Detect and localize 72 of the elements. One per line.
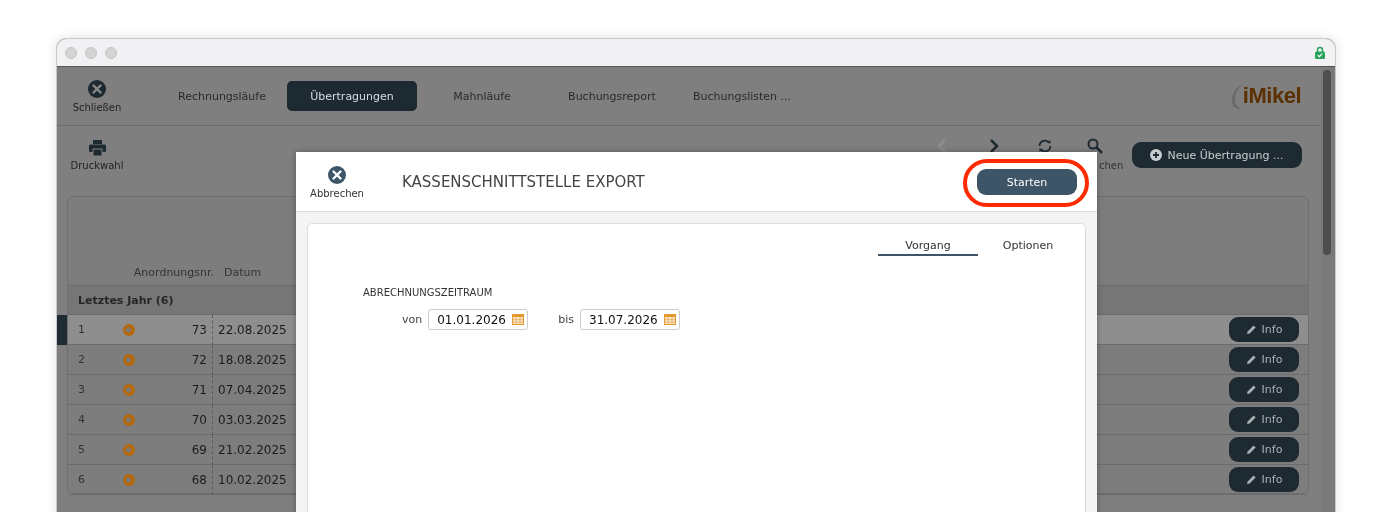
- lock-icon: [1315, 46, 1325, 59]
- left-arrow-icon: [123, 323, 135, 336]
- nav-tab[interactable]: Buchungslisten ...: [677, 81, 807, 111]
- to-label: bis: [558, 313, 574, 326]
- new-transfer-button[interactable]: Neue Übertragung ...: [1132, 142, 1302, 168]
- left-arrow-icon: [123, 353, 135, 366]
- pencil-icon: [1245, 444, 1257, 455]
- selection-marker: [57, 315, 67, 345]
- pencil-icon: [1245, 324, 1257, 335]
- nav-tab[interactable]: Übertragungen: [287, 81, 417, 111]
- nav-tab[interactable]: Rechnungsläufe: [157, 81, 287, 111]
- refresh-icon[interactable]: [1037, 138, 1053, 154]
- dialog-title: KASSENSCHNITTSTELLE EXPORT: [402, 172, 645, 191]
- scrollbar-thumb[interactable]: [1323, 70, 1331, 255]
- plus-icon: [1150, 149, 1163, 161]
- table-cell: 73: [146, 314, 213, 345]
- nav-tab[interactable]: Buchungsreport: [547, 81, 677, 111]
- close-icon: [328, 166, 346, 184]
- column-header: Anordnungsnr.: [132, 266, 214, 279]
- window-close-control[interactable]: [65, 46, 77, 59]
- printer-icon: [88, 140, 106, 156]
- row-index: 2: [77, 353, 86, 366]
- cancel-button[interactable]: Abbrechen: [296, 166, 378, 199]
- table-cell: 68: [146, 464, 213, 495]
- left-arrow-icon: [123, 413, 135, 426]
- table-cell: 70: [146, 404, 213, 435]
- table-cell: 07.04.2025: [218, 382, 287, 397]
- window-minimize-control[interactable]: [85, 46, 97, 59]
- from-date-field[interactable]: 01.01.2026: [428, 309, 529, 330]
- app-logo: iMikel: [1242, 83, 1301, 109]
- pencil-icon: [1245, 384, 1257, 395]
- nav-tab[interactable]: Mahnläufe: [417, 81, 547, 111]
- table-cell: 18.08.2025: [218, 352, 287, 367]
- pencil-icon: [1245, 474, 1257, 485]
- info-button[interactable]: Info: [1229, 467, 1299, 492]
- info-button[interactable]: Info: [1229, 317, 1299, 342]
- to-date-field[interactable]: 31.07.2026: [580, 309, 680, 330]
- section-title: ABRECHNUNGSZEITRAUM: [363, 287, 494, 298]
- row-index: 6: [77, 473, 86, 486]
- row-index: 5: [77, 443, 86, 456]
- dialog-tab[interactable]: Vorgang: [878, 236, 978, 256]
- window-zoom-control[interactable]: [105, 46, 117, 59]
- info-button[interactable]: Info: [1229, 437, 1299, 462]
- info-button[interactable]: Info: [1229, 407, 1299, 432]
- left-arrow-icon: [123, 473, 135, 486]
- calendar-icon[interactable]: [512, 314, 525, 325]
- info-button[interactable]: Info: [1229, 347, 1299, 372]
- close-icon: [88, 79, 106, 98]
- search-icon[interactable]: [1087, 138, 1103, 154]
- row-index: 3: [77, 383, 86, 396]
- close-button[interactable]: Schließen: [57, 79, 137, 113]
- table-cell: 69: [146, 434, 213, 465]
- calendar-icon[interactable]: [664, 314, 676, 325]
- row-index: 1: [77, 323, 86, 336]
- pencil-icon: [1245, 354, 1257, 365]
- table-cell: 22.08.2025: [218, 322, 287, 337]
- table-cell: 03.03.2025: [218, 412, 287, 427]
- info-button[interactable]: Info: [1229, 377, 1299, 402]
- from-label: von: [402, 313, 423, 326]
- pencil-icon: [1245, 414, 1257, 425]
- search-label: chen: [1099, 160, 1124, 171]
- dialog-tab[interactable]: Optionen: [978, 236, 1078, 256]
- table-cell: 21.02.2025: [218, 442, 287, 457]
- left-arrow-icon: [123, 443, 135, 456]
- table-cell: 71: [146, 374, 213, 405]
- left-arrow-icon: [123, 383, 135, 396]
- table-cell: 72: [146, 344, 213, 375]
- print-button[interactable]: Druckwahl: [57, 140, 137, 171]
- start-button[interactable]: Starten: [977, 169, 1077, 195]
- row-index: 4: [77, 413, 86, 426]
- column-header: Datum: [224, 266, 262, 279]
- table-cell: 10.02.2025: [218, 472, 287, 487]
